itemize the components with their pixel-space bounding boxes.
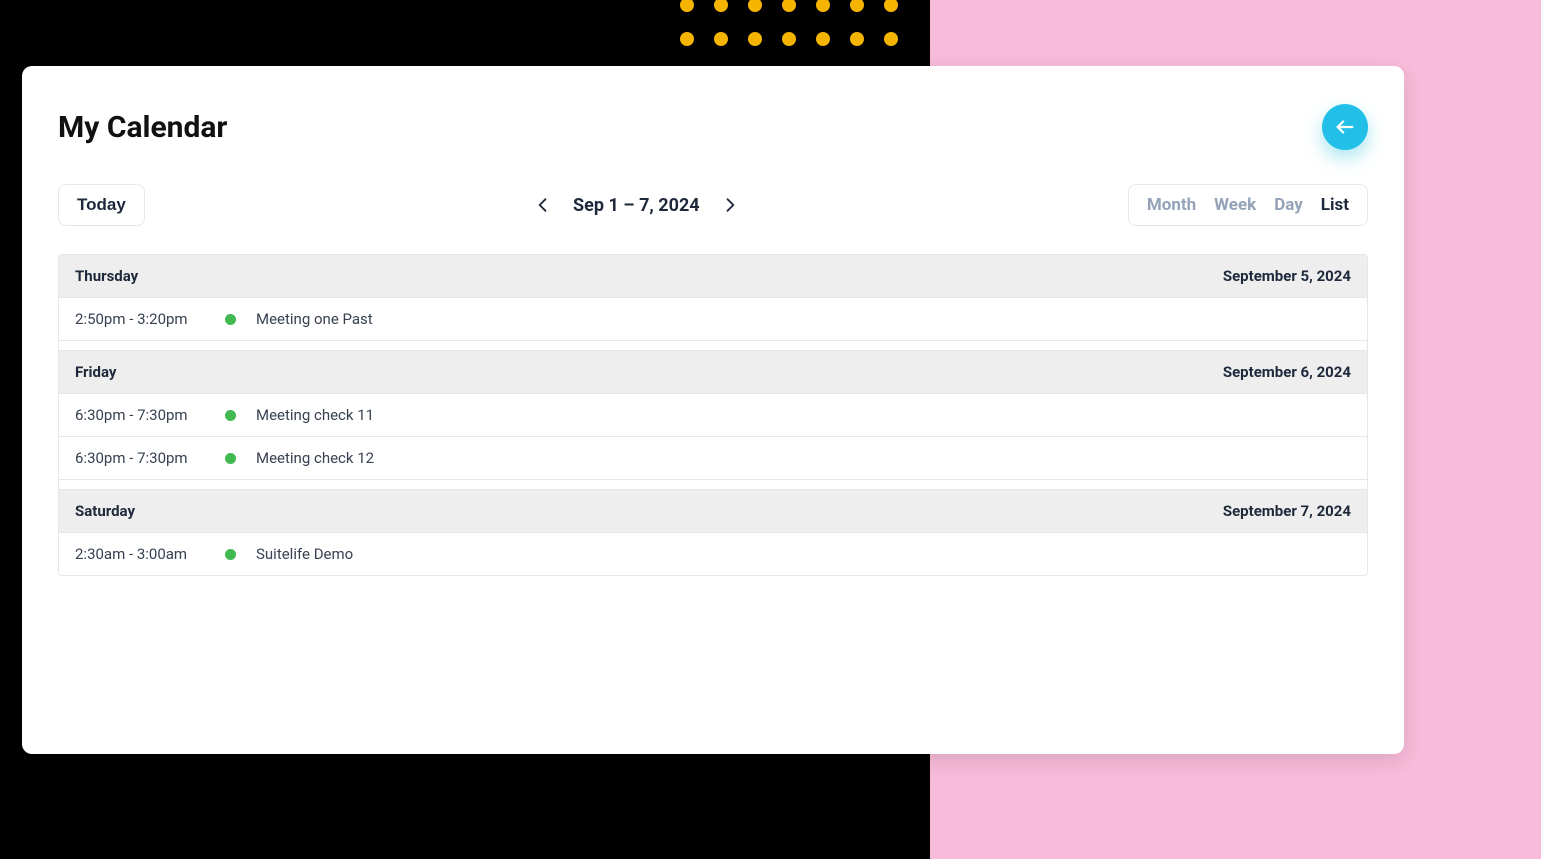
view-week-button[interactable]: Week xyxy=(1214,195,1256,215)
card-header: My Calendar xyxy=(58,104,1368,150)
event-dot-icon xyxy=(225,410,236,421)
view-switcher: Month Week Day List xyxy=(1128,184,1368,226)
page-title: My Calendar xyxy=(58,110,227,145)
calendar-card: My Calendar Today Sep 1 – 7, 2024 Month … xyxy=(22,66,1404,754)
event-row[interactable]: 6:30pm - 7:30pm Meeting check 11 xyxy=(59,393,1367,436)
day-date: September 5, 2024 xyxy=(1223,267,1351,285)
event-row[interactable]: 6:30pm - 7:30pm Meeting check 12 xyxy=(59,436,1367,479)
day-header: Friday September 6, 2024 xyxy=(59,350,1367,393)
event-time: 6:30pm - 7:30pm xyxy=(75,449,225,467)
event-row[interactable]: 2:50pm - 3:20pm Meeting one Past xyxy=(59,297,1367,340)
view-day-button[interactable]: Day xyxy=(1274,195,1303,215)
chevron-right-icon[interactable] xyxy=(720,195,740,215)
day-date: September 7, 2024 xyxy=(1223,502,1351,520)
day-weekday: Thursday xyxy=(75,267,138,285)
calendar-toolbar: Today Sep 1 – 7, 2024 Month Week Day Lis… xyxy=(58,184,1368,226)
event-time: 2:30am - 3:00am xyxy=(75,545,225,563)
day-weekday: Saturday xyxy=(75,502,135,520)
day-date: September 6, 2024 xyxy=(1223,363,1351,381)
today-button[interactable]: Today xyxy=(58,184,145,226)
arrow-left-icon xyxy=(1334,116,1356,138)
chevron-left-icon[interactable] xyxy=(533,195,553,215)
event-list: Thursday September 5, 2024 2:50pm - 3:20… xyxy=(58,254,1368,576)
back-button[interactable] xyxy=(1322,104,1368,150)
date-range-label: Sep 1 – 7, 2024 xyxy=(573,195,700,216)
view-list-button[interactable]: List xyxy=(1321,195,1349,215)
day-weekday: Friday xyxy=(75,363,116,381)
event-title: Suitelife Demo xyxy=(256,545,353,563)
spacer xyxy=(59,479,1367,489)
day-header: Saturday September 7, 2024 xyxy=(59,489,1367,532)
event-dot-icon xyxy=(225,314,236,325)
event-title: Meeting one Past xyxy=(256,310,373,328)
date-navigator: Sep 1 – 7, 2024 xyxy=(533,195,740,216)
event-dot-icon xyxy=(225,453,236,464)
event-title: Meeting check 12 xyxy=(256,449,374,467)
spacer xyxy=(59,340,1367,350)
day-header: Thursday September 5, 2024 xyxy=(59,255,1367,297)
event-time: 6:30pm - 7:30pm xyxy=(75,406,225,424)
event-row[interactable]: 2:30am - 3:00am Suitelife Demo xyxy=(59,532,1367,575)
view-month-button[interactable]: Month xyxy=(1147,195,1196,215)
event-title: Meeting check 11 xyxy=(256,406,374,424)
event-dot-icon xyxy=(225,549,236,560)
event-time: 2:50pm - 3:20pm xyxy=(75,310,225,328)
